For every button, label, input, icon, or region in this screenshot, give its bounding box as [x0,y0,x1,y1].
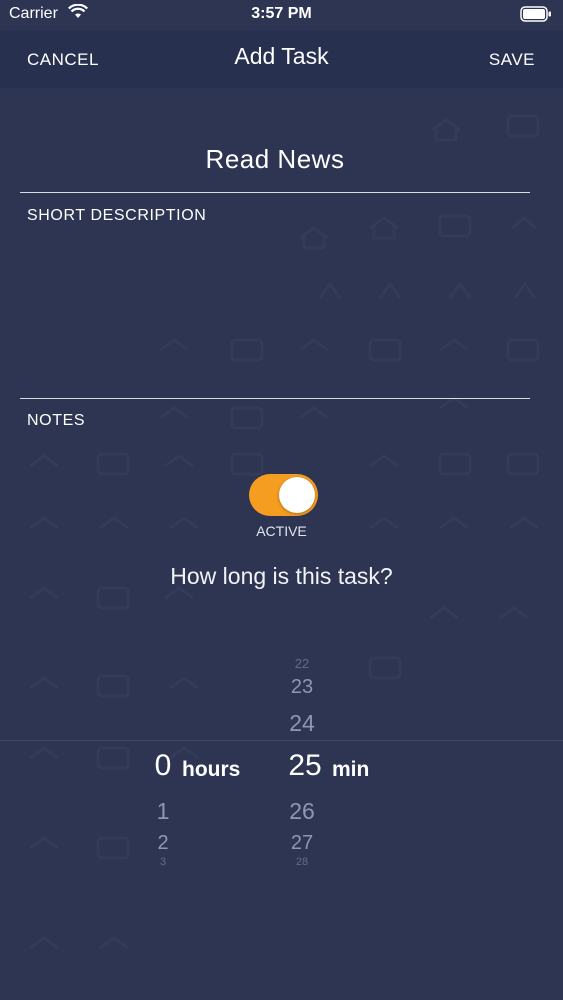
hours-option[interactable]: 1 [133,798,193,825]
minutes-option[interactable]: 22 [272,656,332,671]
active-label: ACTIVE [256,523,307,539]
duration-picker[interactable]: 22 23 24 0 hours 25 min 1 2 3 26 27 28 [0,648,563,888]
short-description-input[interactable]: SHORT DESCRIPTION [27,207,206,225]
minutes-option[interactable]: 28 [272,856,332,868]
active-toggle[interactable] [249,474,318,516]
minutes-unit-label: min [332,758,370,781]
picker-top-line [0,740,563,741]
status-time: 3:57 PM [251,5,312,22]
minutes-option[interactable]: 24 [272,710,332,737]
hours-option[interactable]: 2 [133,832,193,855]
short-description-underline [20,398,530,399]
minutes-option[interactable]: 23 [272,676,332,699]
nav-bar: CANCEL Add Task SAVE [0,30,563,88]
status-bar: Carrier 3:57 PM [0,0,563,30]
task-name-underline [20,192,530,193]
duration-question: How long is this task? [170,563,393,589]
page-title: Add Task [234,43,329,69]
hours-unit-label: hours [182,758,241,781]
minutes-option[interactable]: 27 [272,832,332,855]
minutes-selected-value[interactable]: 25 [275,749,335,783]
battery-icon [520,6,552,27]
notes-input[interactable]: NOTES [27,412,85,430]
minutes-option[interactable]: 26 [272,798,332,825]
hours-option[interactable]: 3 [133,856,193,868]
add-task-form: Read News SHORT DESCRIPTION NOTES ACTIVE… [0,88,563,1000]
task-name-input[interactable]: Read News [20,144,530,175]
save-button[interactable]: SAVE [489,50,535,70]
toggle-knob [279,477,315,513]
